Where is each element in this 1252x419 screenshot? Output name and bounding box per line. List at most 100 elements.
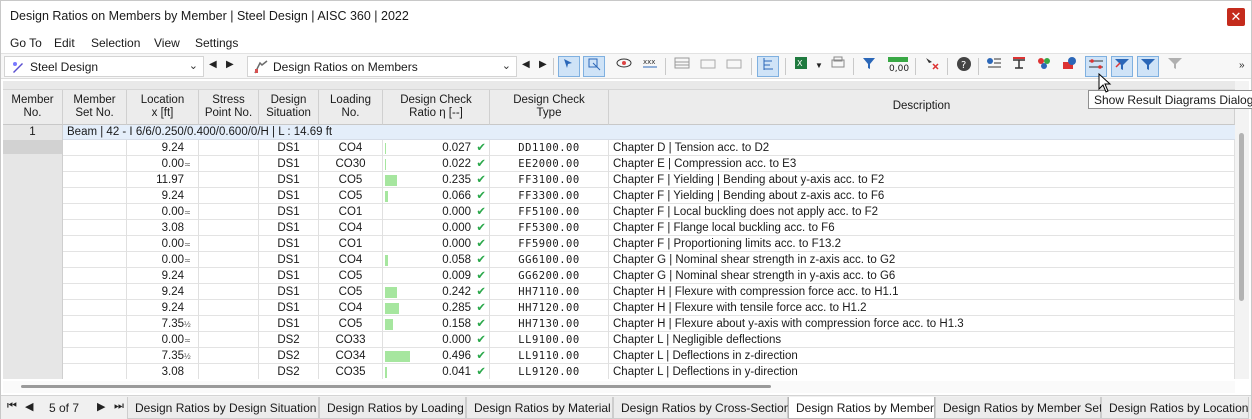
first-page-icon[interactable]: ⏮ (7, 400, 17, 413)
table-row[interactable]: 0.00≍ DS1 CO1 0.000 ✔ FF5100.00 Chapter F | Lo… (63, 204, 1235, 220)
check-type-cell[interactable]: LL9110.00 (490, 348, 609, 364)
table-row[interactable]: 11.97 DS1 CO5 0.235 ✔ FF3100.00 Chapter F | Yi… (63, 172, 1235, 188)
design-situation-cell[interactable]: DS1 (259, 140, 319, 156)
member-set-cell[interactable] (63, 156, 127, 172)
ratio-cell[interactable]: 0.235 ✔ (383, 172, 490, 188)
excel-export-icon[interactable]: X (791, 56, 813, 77)
horizontal-scroll-thumb[interactable] (21, 385, 771, 388)
ratio-cell[interactable]: 0.041 ✔ (383, 364, 490, 379)
table-row[interactable]: 7.35½ DS2 CO34 0.496 ✔ LL9110.00 Chapter L | D… (63, 348, 1235, 364)
ratio-cell[interactable]: 0.022 ✔ (383, 156, 490, 172)
tab-design-ratios-by-design-situation[interactable]: Design Ratios by Design Situation (127, 397, 319, 419)
loading-cell[interactable]: CO30 (319, 156, 383, 172)
row-selector[interactable] (3, 140, 63, 154)
result-select[interactable]: Design Ratios on Members ⌄ (247, 56, 517, 77)
table-row[interactable]: 0.00≍ DS2 CO33 0.000 ✔ LL9100.00 Chapter L | N… (63, 332, 1235, 348)
location-cell[interactable]: 0.00≍ (127, 252, 199, 268)
check-type-cell[interactable]: HH7110.00 (490, 284, 609, 300)
design-situation-cell[interactable]: DS1 (259, 236, 319, 252)
print-icon[interactable] (827, 56, 849, 77)
filter-member-icon[interactable] (1137, 56, 1159, 77)
location-cell[interactable]: 0.00≍ (127, 236, 199, 252)
table-row[interactable]: 9.24 DS1 CO4 0.285 ✔ HH7120.00 Chapter H | Fle… (63, 300, 1235, 316)
module-select[interactable]: Steel Design ⌄ (4, 56, 204, 77)
design-situation-cell[interactable]: DS1 (259, 204, 319, 220)
member-set-cell[interactable] (63, 220, 127, 236)
design-situation-cell[interactable]: DS1 (259, 220, 319, 236)
ratio-cell[interactable]: 0.009 ✔ (383, 268, 490, 284)
member-set-cell[interactable] (63, 236, 127, 252)
member-set-cell[interactable] (63, 364, 127, 379)
loading-cell[interactable]: CO5 (319, 284, 383, 300)
stress-point-cell[interactable] (199, 348, 259, 364)
description-cell[interactable]: Chapter F | Local buckling does not appl… (609, 204, 1235, 220)
location-cell[interactable]: 9.24 (127, 300, 199, 316)
ratio-cell[interactable]: 0.000 ✔ (383, 236, 490, 252)
check-type-cell[interactable]: GG6200.00 (490, 268, 609, 284)
stress-point-cell[interactable] (199, 156, 259, 172)
check-type-cell[interactable]: LL9100.00 (490, 332, 609, 348)
design-situation-header[interactable]: Design Situation (259, 90, 319, 125)
loading-cell[interactable]: CO4 (319, 252, 383, 268)
member-set-cell[interactable] (63, 348, 127, 364)
location-cell[interactable]: 9.24 (127, 268, 199, 284)
stress-point-cell[interactable] (199, 284, 259, 300)
location-cell[interactable]: 11.97 (127, 172, 199, 188)
horizontal-scrollbar[interactable] (3, 381, 1235, 393)
view-icon[interactable] (613, 56, 635, 77)
location-header[interactable]: Location x [ft] (127, 90, 199, 125)
location-cell[interactable]: 0.00≍ (127, 156, 199, 172)
check-type-cell[interactable]: FF3100.00 (490, 172, 609, 188)
design-situation-cell[interactable]: DS1 (259, 172, 319, 188)
select-object-icon[interactable] (558, 56, 580, 77)
last-page-icon[interactable]: ⏭ (114, 400, 124, 413)
member-set-cell[interactable] (63, 284, 127, 300)
result-next-icon[interactable]: ▶ (539, 59, 547, 70)
member-set-cell[interactable] (63, 268, 127, 284)
ratio-cell[interactable]: 0.496 ✔ (383, 348, 490, 364)
design-situation-cell[interactable]: DS1 (259, 284, 319, 300)
member-set-cell[interactable] (63, 300, 127, 316)
loading-cell[interactable]: CO1 (319, 236, 383, 252)
table-row[interactable]: 9.24 DS1 CO5 0.066 ✔ FF3300.00 Chapter F | Yie… (63, 188, 1235, 204)
stress-point-cell[interactable] (199, 172, 259, 188)
description-cell[interactable]: Chapter F | Yielding | Bending about z-a… (609, 188, 1235, 204)
tab-design-ratios-by-cross-section[interactable]: Design Ratios by Cross-Section (613, 397, 790, 419)
location-cell[interactable]: 0.00≍ (127, 204, 199, 220)
check-type-cell[interactable]: FF3300.00 (490, 188, 609, 204)
menu-view[interactable]: View (154, 36, 180, 50)
member-number-cell[interactable]: 1 (3, 125, 63, 140)
stress-point-cell[interactable] (199, 364, 259, 379)
description-cell[interactable]: Chapter E | Compression acc. to E3 (609, 156, 1235, 172)
ratio-cell[interactable]: 0.000 ✔ (383, 332, 490, 348)
stress-point-cell[interactable] (199, 140, 259, 156)
value-display-icon[interactable]: xxx (639, 56, 661, 77)
ratio-cell[interactable]: 0.000 ✔ (383, 220, 490, 236)
table-row[interactable]: 7.35½ DS1 CO5 0.158 ✔ HH7130.00 Chapter H | Fl… (63, 316, 1235, 332)
ratio-cell[interactable]: 0.000 ✔ (383, 204, 490, 220)
ratio-cell[interactable]: 0.285 ✔ (383, 300, 490, 316)
vertical-scrollbar[interactable] (1235, 81, 1249, 379)
description-cell[interactable]: Chapter F | Proportioning limits acc. to… (609, 236, 1235, 252)
stress-point-cell[interactable] (199, 316, 259, 332)
member-set-cell[interactable] (63, 252, 127, 268)
table-row[interactable]: 9.24 DS1 CO5 0.242 ✔ HH7110.00 Chapter H | Fle… (63, 284, 1235, 300)
design-situation-cell[interactable]: DS1 (259, 252, 319, 268)
table-row[interactable]: 3.08 DS1 CO4 0.000 ✔ FF5300.00 Chapter F | Fla… (63, 220, 1235, 236)
module-next-icon[interactable]: ▶ (226, 59, 234, 70)
decimal-places-icon[interactable]: 0,00 (885, 56, 911, 77)
member-set-cell[interactable] (63, 140, 127, 156)
description-cell[interactable]: Chapter L | Deflections in z-direction (609, 348, 1235, 364)
member-no-header[interactable]: Member No. (3, 90, 63, 125)
loading-cell[interactable]: CO5 (319, 172, 383, 188)
check-type-cell[interactable]: FF5300.00 (490, 220, 609, 236)
member-set-cell[interactable] (63, 204, 127, 220)
stress-point-cell[interactable] (199, 252, 259, 268)
menu-goto[interactable]: Go To (10, 36, 42, 50)
loading-cell[interactable]: CO5 (319, 316, 383, 332)
stress-point-cell[interactable] (199, 236, 259, 252)
result-info-icon[interactable] (1058, 56, 1080, 77)
location-cell[interactable]: 7.35½ (127, 316, 199, 332)
stress-point-cell[interactable] (199, 188, 259, 204)
stress-point-cell[interactable] (199, 204, 259, 220)
